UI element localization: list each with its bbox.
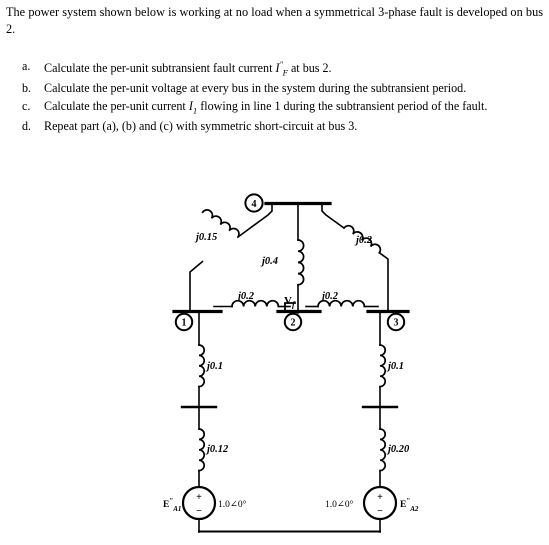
source-right-plus: +: [377, 492, 383, 503]
conductor-bus4-to-line-4-3-upper: [321, 203, 346, 230]
source-left-value: 1.0∠0°: [218, 499, 247, 510]
power-system-diagram: 1 2 3 4 j0.15 j0.4 j0.2 j0.2 j0.2 j0.1 j…: [163, 193, 419, 533]
source-left-plus: +: [196, 492, 202, 503]
label-line-4-3: j0.2: [354, 235, 373, 246]
label-line-4-2: j0.4: [260, 256, 278, 267]
conductor-line-4-1-to-bus1: [189, 260, 204, 313]
label-gen-1-x: j0.12: [205, 444, 229, 455]
coil-xfmr-1: [198, 344, 205, 388]
label-xfmr-2: j0.1: [386, 361, 404, 372]
source-right-value: 1.0∠0°: [325, 499, 354, 510]
bus-2-number: 2: [291, 318, 296, 329]
label-xfmr-1: j0.1: [205, 361, 223, 372]
vf-label: Vf: [284, 295, 296, 309]
source-left-name: E"A1: [163, 497, 181, 513]
conductor-line-4-3-to-bus3: [378, 251, 389, 313]
label-line-4-1: j0.15: [194, 232, 217, 243]
label-line-2-3: j0.2: [320, 291, 339, 302]
source-right-name: E"A2: [400, 497, 419, 513]
page-root: The power system shown below is working …: [0, 0, 549, 545]
label-line-1-2: j0.2: [236, 291, 255, 302]
coil-line-4-2: [297, 239, 305, 286]
bus-1-number: 1: [182, 318, 187, 329]
source-right-minus: −: [377, 506, 383, 517]
source-left-minus: −: [196, 506, 202, 517]
coil-gen-2-x: [379, 428, 386, 472]
bus-3-number: 3: [394, 318, 399, 329]
bus-4-number: 4: [252, 199, 257, 210]
coil-xfmr-2: [379, 344, 386, 388]
bus-number-markers: 1 2 3 4: [174, 193, 406, 332]
label-gen-2-x: j0.20: [386, 444, 410, 455]
coil-gen-1-x: [198, 428, 205, 472]
